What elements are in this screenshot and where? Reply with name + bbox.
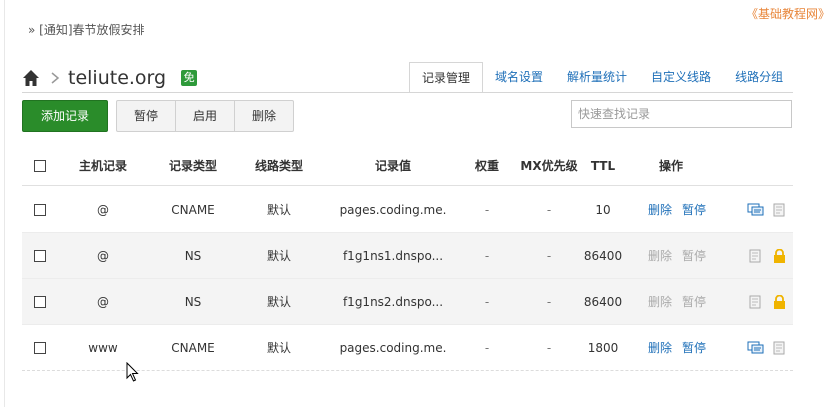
home-icon[interactable] xyxy=(22,69,40,87)
row-delete-link: 删除 xyxy=(647,295,672,309)
row-ttl: 1800 xyxy=(587,340,619,355)
notice-link[interactable]: » [通知]春节放假安排 xyxy=(28,21,145,38)
row-pause-link: 暂停 xyxy=(681,249,706,263)
record-info-icon[interactable] xyxy=(771,341,788,355)
table-row: @ NS 默认 f1g1ns1.dnspo... - - 86400 删除 暂停 xyxy=(22,233,793,279)
remark-icon[interactable] xyxy=(747,203,764,217)
row-value: pages.coding.me. xyxy=(339,202,447,217)
row-weight: - xyxy=(484,340,490,355)
header-value: 记录值 xyxy=(374,159,411,173)
table-row: @ CNAME 默认 pages.coding.me. - - 10 删除 暂停 xyxy=(22,187,793,233)
tabs-divider xyxy=(22,92,793,93)
record-action-group: 暂停 启用 删除 xyxy=(116,100,294,132)
row-pause-link: 暂停 xyxy=(681,295,706,309)
domain-name: teliute.org xyxy=(68,67,167,89)
delete-button[interactable]: 删除 xyxy=(234,101,293,131)
domain-breadcrumb: teliute.org 免 xyxy=(22,64,198,92)
row-host: @ xyxy=(97,294,109,309)
row-delete-link[interactable]: 删除 xyxy=(644,325,676,370)
tab-domain-settings[interactable]: 域名设置 xyxy=(483,62,555,93)
select-all-checkbox[interactable] xyxy=(34,159,46,172)
row-pause-link[interactable]: 暂停 xyxy=(678,187,710,232)
table-header: 主机记录 记录类型 线路类型 记录值 权重 MX优先级 TTL 操作 xyxy=(22,146,793,186)
tab-line-groups[interactable]: 线路分组 xyxy=(723,62,795,93)
row-ttl: 86400 xyxy=(583,248,623,263)
lock-icon xyxy=(773,294,785,309)
watermark-text: 《基础教程网》 xyxy=(746,7,831,21)
row-type: NS xyxy=(184,294,202,309)
row-type: CNAME xyxy=(171,340,215,355)
row-checkbox[interactable] xyxy=(34,249,46,262)
row-weight: - xyxy=(484,248,490,263)
row-line: 默认 xyxy=(266,249,291,263)
header-ops: 操作 xyxy=(658,159,683,173)
row-delete-link: 删除 xyxy=(647,249,672,263)
row-type: NS xyxy=(184,248,202,263)
record-info-icon[interactable] xyxy=(747,295,764,309)
add-record-button[interactable]: 添加记录 xyxy=(22,100,108,132)
record-info-icon[interactable] xyxy=(771,203,788,217)
row-host: @ xyxy=(97,202,109,217)
row-pause-link[interactable]: 暂停 xyxy=(678,325,710,370)
row-ttl: 10 xyxy=(595,202,611,217)
table-row: @ NS 默认 f1g1ns2.dnspo... - - 86400 删除 暂停 xyxy=(22,279,793,325)
header-type: 记录类型 xyxy=(168,159,217,173)
chevron-right-icon xyxy=(51,72,60,84)
row-host: @ xyxy=(97,248,109,263)
record-search-input[interactable]: 快速查找记录 xyxy=(571,100,792,128)
tab-bar: 记录管理 域名设置 解析量统计 自定义线路 线路分组 xyxy=(409,62,795,93)
tab-query-statistics[interactable]: 解析量统计 xyxy=(555,62,639,93)
row-value: f1g1ns1.dnspo... xyxy=(342,248,444,263)
row-value: f1g1ns2.dnspo... xyxy=(342,294,444,309)
enable-button[interactable]: 启用 xyxy=(175,101,234,131)
row-checkbox[interactable] xyxy=(34,341,46,354)
pause-button[interactable]: 暂停 xyxy=(117,101,175,131)
record-info-icon[interactable] xyxy=(747,249,764,263)
row-line: 默认 xyxy=(266,341,291,355)
row-weight: - xyxy=(484,294,490,309)
row-value: pages.coding.me. xyxy=(339,340,447,355)
row-type: CNAME xyxy=(171,202,215,217)
row-line: 默认 xyxy=(266,203,291,217)
tab-custom-lines[interactable]: 自定义线路 xyxy=(639,62,723,93)
header-weight: 权重 xyxy=(474,159,499,173)
header-line: 线路类型 xyxy=(254,159,303,173)
row-line: 默认 xyxy=(266,295,291,309)
header-ttl: TTL xyxy=(590,158,616,173)
lock-icon xyxy=(773,248,785,263)
row-ttl: 86400 xyxy=(583,294,623,309)
remark-icon[interactable] xyxy=(747,341,764,355)
row-checkbox[interactable] xyxy=(34,203,46,216)
tab-record-management[interactable]: 记录管理 xyxy=(409,62,484,93)
page-left-border xyxy=(4,0,5,407)
free-plan-badge: 免 xyxy=(181,70,198,86)
row-checkbox[interactable] xyxy=(34,295,46,308)
header-host: 主机记录 xyxy=(78,159,127,173)
mouse-cursor-icon xyxy=(126,362,139,382)
row-weight: - xyxy=(484,202,490,217)
row-delete-link[interactable]: 删除 xyxy=(644,187,676,232)
